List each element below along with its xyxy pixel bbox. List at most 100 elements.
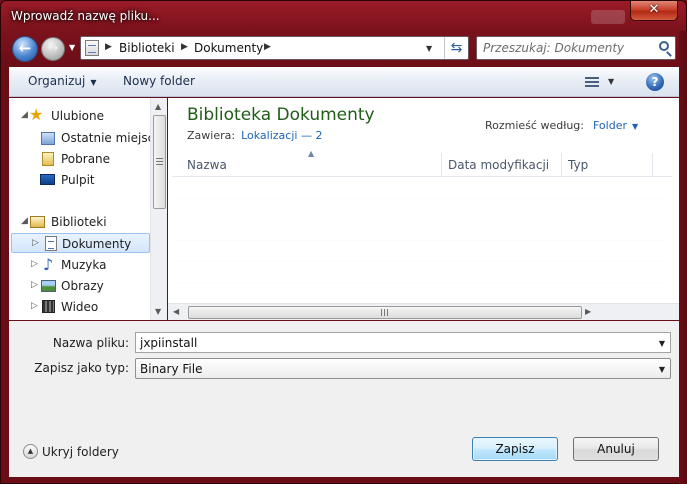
pictures-icon: [41, 280, 56, 292]
expand-triangle-icon[interactable]: ▷: [31, 301, 38, 311]
music-note-icon: ♪: [43, 255, 54, 274]
window-title: Wprowadź nazwę pliku...: [11, 9, 160, 23]
filetype-value: Binary File: [140, 362, 203, 376]
chevron-down-icon[interactable]: ▼: [426, 44, 432, 53]
chevron-down-icon[interactable]: ▼: [659, 339, 665, 348]
tree-item-label: Ulubione: [51, 109, 105, 123]
recent-places-icon: [41, 132, 55, 145]
back-button[interactable]: ←: [12, 36, 38, 62]
organize-label: Organizuj: [28, 74, 86, 88]
library-documents-icon: [85, 40, 99, 56]
expand-triangle-icon[interactable]: ▷: [31, 259, 38, 269]
expand-triangle-icon[interactable]: ▷: [31, 280, 38, 290]
tree-item-label: Muzyka: [61, 258, 107, 272]
nav-pane-scrollbar[interactable]: ▲ ▼: [150, 98, 167, 320]
hide-folders-button[interactable]: Ukryj foldery: [42, 445, 119, 459]
breadcrumb-biblioteki[interactable]: Biblioteki: [119, 41, 175, 55]
tree-item-libraries[interactable]: ◢ Biblioteki: [9, 212, 150, 232]
window-frame-edge: [679, 31, 687, 484]
chevron-down-icon[interactable]: ▼: [608, 77, 614, 86]
tree-item-documents[interactable]: ▷ Dokumenty: [11, 233, 150, 253]
close-button[interactable]: ✕: [630, 1, 678, 21]
includes-label: Zawiera:: [187, 129, 236, 142]
arrow-left-icon: ←: [18, 39, 32, 57]
chevron-right-icon[interactable]: ▶: [105, 42, 112, 52]
collapse-triangle-icon[interactable]: ◢: [21, 110, 28, 120]
tree-item-label: Biblioteki: [51, 215, 107, 229]
scroll-right-arrow-icon[interactable]: ▶: [585, 307, 591, 316]
refresh-icon[interactable]: ⇆: [444, 37, 468, 59]
scroll-down-arrow-icon[interactable]: ▼: [155, 307, 161, 316]
chevron-down-icon: ▼: [658, 365, 665, 374]
tree-item-favorites[interactable]: ◢ ★ Ulubione: [9, 106, 150, 126]
view-options-icon[interactable]: [585, 76, 599, 88]
scrollbar-thumb[interactable]: [188, 306, 582, 319]
breadcrumb-dokumenty[interactable]: Dokumenty: [194, 41, 263, 55]
scroll-left-arrow-icon[interactable]: ◀: [173, 307, 179, 316]
address-bar[interactable]: ▶ Biblioteki ▶ Dokumenty ▶ ▼ ⇆: [80, 36, 469, 60]
filetype-label: Zapisz jako typ:: [34, 361, 129, 375]
tree-item-label: Obrazy: [61, 279, 104, 293]
tree-item-desktop[interactable]: Pulpit: [9, 170, 150, 190]
column-header-type[interactable]: Typ: [568, 158, 588, 172]
tree-item-videos[interactable]: ▷ Wideo: [9, 297, 150, 317]
column-divider[interactable]: [561, 153, 562, 177]
column-header-date-modified[interactable]: Data modyfikacji: [448, 158, 549, 172]
filename-input[interactable]: jxpiinstall ▼: [135, 332, 671, 353]
save-form: Nazwa pliku: jxpiinstall ▼ Zapisz jako t…: [9, 321, 679, 477]
file-list-empty-area[interactable]: [172, 178, 668, 299]
arrange-by-value: Folder: [593, 119, 627, 132]
arrange-by-dropdown[interactable]: Folder ▼: [593, 119, 638, 132]
forward-button[interactable]: →: [41, 37, 65, 61]
library-title: Biblioteka Dokumenty: [187, 105, 375, 125]
filetype-select[interactable]: Binary File ▼: [135, 358, 671, 379]
locations-link[interactable]: Lokalizacji — 2: [241, 129, 322, 142]
column-header-row: ▲ Nazwa Data modyfikacji Typ: [172, 149, 672, 177]
column-divider[interactable]: [441, 153, 442, 177]
scroll-up-arrow-icon[interactable]: ▲: [155, 102, 161, 111]
library-includes: Zawiera: Lokalizacji — 2: [187, 129, 322, 142]
help-icon[interactable]: ?: [646, 73, 664, 91]
libraries-icon: [30, 216, 45, 228]
filename-label: Nazwa pliku:: [52, 336, 129, 350]
new-folder-button[interactable]: Nowy folder: [123, 74, 195, 88]
organize-button[interactable]: Organizuj ▼: [28, 74, 96, 88]
filename-value: jxpiinstall: [140, 336, 198, 350]
collapse-triangle-icon[interactable]: ◢: [21, 216, 28, 226]
tree-item-label: Ostatnie miejsca: [61, 131, 162, 145]
chevron-down-icon: ▼: [632, 122, 639, 131]
grip-icon: [381, 309, 388, 316]
recent-pages-dropdown[interactable]: ▼: [69, 43, 75, 52]
save-button[interactable]: Zapisz: [472, 437, 558, 461]
documents-icon: [45, 236, 57, 251]
search-icon[interactable]: [659, 41, 669, 51]
file-list-pane: Biblioteka Dokumenty Zawiera: Lokalizacji…: [168, 98, 679, 320]
tree-item-downloads[interactable]: Pobrane: [9, 149, 150, 169]
search-input[interactable]: Przeszukaj: Dokumenty: [476, 36, 676, 60]
file-list-horizontal-scrollbar[interactable]: ◀ ▶: [168, 303, 679, 320]
scrollbar-thumb[interactable]: [153, 115, 166, 209]
arrange-by-label: Rozmieść według:: [485, 119, 584, 132]
tree-item-label: Wideo: [61, 300, 99, 314]
tree-item-label: Dokumenty: [62, 237, 132, 251]
chevron-right-icon[interactable]: ▶: [181, 42, 188, 52]
tree-item-label: Pulpit: [61, 173, 95, 187]
save-dialog-window: Wprowadź nazwę pliku... ✕ ← → ▼ ▶ Biblio…: [0, 0, 687, 484]
search-placeholder: Przeszukaj: Dokumenty: [483, 41, 625, 55]
tree-item-pictures[interactable]: ▷ Obrazy: [9, 276, 150, 296]
cancel-button[interactable]: Anuluj: [573, 437, 659, 461]
chevron-down-icon: ▼: [90, 78, 97, 87]
column-divider[interactable]: [652, 153, 653, 177]
column-header-name[interactable]: Nazwa: [187, 158, 227, 172]
downloads-folder-icon: [42, 152, 54, 166]
tree-item-recent-places[interactable]: Ostatnie miejsca: [9, 128, 162, 148]
tree-item-label: Pobrane: [61, 152, 111, 166]
navigation-pane: ◢ ★ Ulubione Ostatnie miejsca Pobrane Pu…: [9, 98, 167, 320]
expand-triangle-icon[interactable]: ▷: [32, 238, 39, 248]
sort-ascending-icon: ▲: [308, 149, 315, 158]
title-bar[interactable]: Wprowadź nazwę pliku... ✕: [1, 1, 686, 31]
collapse-up-icon[interactable]: ▲: [23, 444, 38, 459]
chevron-right-icon[interactable]: ▶: [264, 42, 271, 52]
video-icon: [42, 300, 55, 313]
tree-item-music[interactable]: ▷ ♪ Muzyka: [9, 255, 150, 275]
